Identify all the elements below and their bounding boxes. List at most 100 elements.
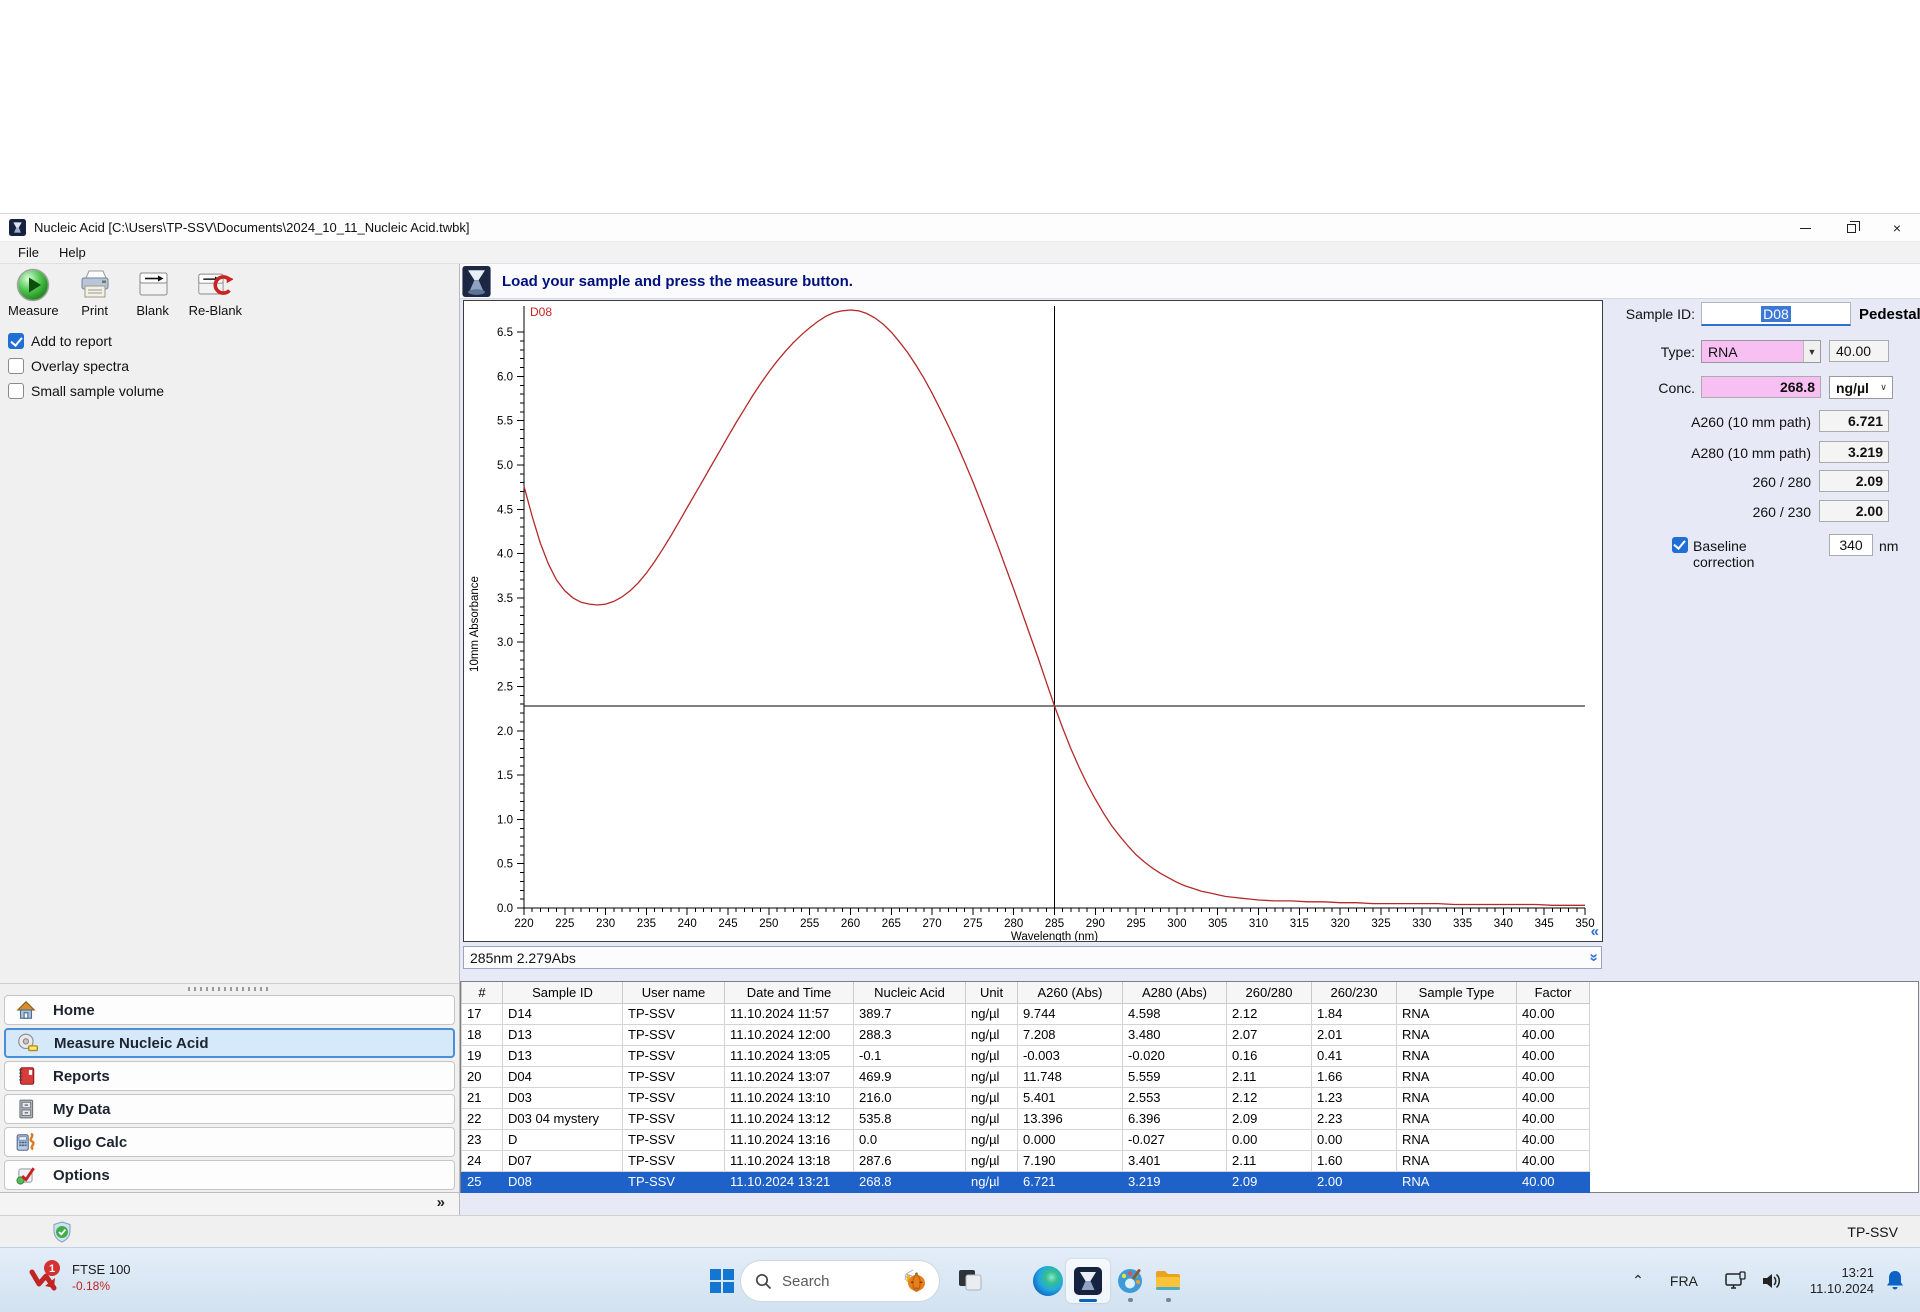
option-overlay-spectra[interactable]: Overlay spectra — [8, 353, 459, 378]
clock-date: 11.10.2024 — [1809, 1280, 1874, 1296]
table-row[interactable]: 25 D08 TP-SSV 11.10.2024 13:21 268.8 ng/µl 6.7… — [461, 1170, 1590, 1193]
table-cell: 21 — [461, 1086, 503, 1109]
column-header[interactable]: Unit — [965, 982, 1018, 1004]
column-header[interactable]: 260/230 — [1311, 982, 1397, 1004]
table-cell: 40.00 — [1516, 1128, 1590, 1151]
menu-item-file[interactable]: File — [8, 243, 49, 262]
sidebar-footer: » — [0, 1192, 459, 1216]
option-add-to-report[interactable]: Add to report — [8, 328, 459, 353]
minimize-button[interactable] — [1782, 214, 1828, 242]
table-row[interactable]: 21 D03 TP-SSV 11.10.2024 13:10 216.0 ng/µl 5.4… — [461, 1086, 1590, 1109]
panel-splitter[interactable] — [0, 983, 459, 993]
menu-item-help[interactable]: Help — [49, 243, 96, 262]
column-header[interactable]: 260/280 — [1226, 982, 1312, 1004]
table-cell: ng/µl — [965, 1044, 1018, 1067]
search-box[interactable]: Search — [740, 1260, 940, 1302]
start-button[interactable] — [700, 1259, 744, 1303]
status-message: Load your sample and press the measure b… — [502, 272, 853, 290]
column-header[interactable]: A280 (Abs) — [1122, 982, 1227, 1004]
chart-collapse-icon[interactable]: « — [1591, 923, 1599, 940]
column-header[interactable]: Factor — [1516, 982, 1590, 1004]
column-header[interactable]: Sample Type — [1396, 982, 1517, 1004]
table-cell: 2.07 — [1226, 1023, 1312, 1046]
svg-text:280: 280 — [1004, 918, 1023, 930]
weather-stocks-widget[interactable]: 1 FTSE 100 -0.18% — [26, 1258, 131, 1296]
svg-text:305: 305 — [1208, 918, 1227, 930]
sample-id-input[interactable]: D08 — [1701, 302, 1851, 326]
table-row[interactable]: 20 D04 TP-SSV 11.10.2024 13:07 469.9 ng/µl 11.… — [461, 1065, 1590, 1088]
table-cell: 2.01 — [1311, 1023, 1397, 1046]
print-button[interactable]: Print — [73, 268, 117, 318]
unit-dropdown[interactable]: ng/µl ∨ — [1829, 376, 1893, 399]
close-button[interactable]: × — [1874, 214, 1920, 242]
table-cell: TP-SSV — [622, 1170, 725, 1193]
checkbox-icon[interactable] — [8, 332, 24, 349]
baseline-wavelength-input[interactable]: 340 — [1829, 534, 1873, 556]
table-cell: TP-SSV — [622, 1086, 725, 1109]
spectrum-plot[interactable]: 0.0 0.5 1.0 1.5 2.0 2.5 3.0 3.5 4.0 4.5 5.0 5.5 6.0 6… — [464, 301, 1602, 943]
notification-bell-icon[interactable] — [1884, 1269, 1906, 1293]
svg-text:295: 295 — [1127, 918, 1146, 930]
table-cell: RNA — [1396, 1149, 1517, 1172]
nucleic-acid-app-button[interactable] — [1066, 1259, 1110, 1303]
language-indicator[interactable]: FRA — [1670, 1273, 1698, 1289]
sidebar-collapse-icon[interactable]: » — [437, 1194, 445, 1211]
unit-dropdown-arrow-icon[interactable]: ∨ — [1875, 377, 1892, 398]
readout-expand-icon[interactable]: « — [1584, 953, 1601, 961]
active-app-indicator — [1079, 1299, 1097, 1302]
sidebar-item-options[interactable]: Options — [4, 1160, 455, 1190]
table-cell: 11.10.2024 11:57 — [724, 1002, 854, 1025]
table-cell: 5.559 — [1122, 1065, 1227, 1088]
factor-field[interactable]: 40.00 — [1829, 340, 1889, 362]
column-header[interactable]: Sample ID — [502, 982, 623, 1004]
checkbox-icon[interactable] — [8, 382, 24, 399]
edge-browser-button[interactable] — [1026, 1259, 1070, 1303]
option-label: Add to report — [31, 332, 112, 349]
task-view-button[interactable] — [948, 1259, 992, 1303]
svg-text:270: 270 — [923, 918, 942, 930]
network-display-icon[interactable] — [1724, 1270, 1748, 1291]
sidebar-item-my-data[interactable]: My Data — [4, 1094, 455, 1124]
measure-button[interactable]: Measure — [8, 268, 59, 318]
table-cell: RNA — [1396, 1023, 1517, 1046]
baseline-correction-checkbox[interactable] — [1672, 537, 1688, 553]
type-dropdown-arrow-icon[interactable]: ▼ — [1803, 341, 1820, 362]
column-header[interactable]: Date and Time — [724, 982, 854, 1004]
type-dropdown[interactable]: RNA ▼ — [1701, 340, 1821, 363]
option-small-sample-volume[interactable]: Small sample volume — [8, 378, 459, 403]
restore-button[interactable] — [1828, 214, 1874, 242]
table-row[interactable]: 23 D TP-SSV 11.10.2024 13:16 0.0 ng/µl 0.000 -0… — [461, 1128, 1590, 1151]
checkbox-icon[interactable] — [8, 357, 24, 374]
table-cell: ng/µl — [965, 1170, 1018, 1193]
table-row[interactable]: 19 D13 TP-SSV 11.10.2024 13:05 -0.1 ng/µl -0.0… — [461, 1044, 1590, 1067]
table-row[interactable]: 18 D13 TP-SSV 11.10.2024 12:00 288.3 ng/µl 7.2… — [461, 1023, 1590, 1046]
minimize-icon — [1799, 227, 1811, 229]
table-cell: 11.10.2024 13:18 — [724, 1149, 854, 1172]
reblank-button[interactable]: Re-Blank — [189, 268, 242, 318]
sidebar-item-oligo-calc[interactable]: Oligo Calc — [4, 1127, 455, 1157]
ratio-260-230-value: 2.00 — [1819, 500, 1889, 522]
table-row[interactable]: 17 D14 TP-SSV 11.10.2024 11:57 389.7 ng/µl 9.7… — [461, 1002, 1590, 1025]
table-row[interactable]: 24 D07 TP-SSV 11.10.2024 13:18 287.6 ng/µl 7.1… — [461, 1149, 1590, 1172]
table-cell: TP-SSV — [622, 1128, 725, 1151]
ratio-260-280-label: 260 / 280 — [1752, 474, 1811, 490]
spectrum-chart[interactable]: 0.0 0.5 1.0 1.5 2.0 2.5 3.0 3.5 4.0 4.5 5.0 5.5 6.0 6… — [463, 300, 1603, 943]
file-explorer-button[interactable] — [1146, 1259, 1190, 1303]
column-header[interactable]: User name — [622, 982, 725, 1004]
blank-button[interactable]: Blank — [131, 268, 175, 318]
window-title: Nucleic Acid [C:\Users\TP-SSV\Documents\… — [34, 220, 470, 235]
table-cell: 1.60 — [1311, 1149, 1397, 1172]
column-header[interactable]: Nucleic Acid — [853, 982, 966, 1004]
sidebar-nav: Home Measure Nucleic Acid Reports My Dat… — [0, 993, 459, 1192]
volume-icon[interactable] — [1760, 1271, 1784, 1291]
table-cell: D04 — [502, 1065, 623, 1088]
column-header[interactable]: # — [461, 982, 503, 1004]
sidebar-item-reports[interactable]: Reports — [4, 1061, 455, 1091]
table-cell: 268.8 — [853, 1170, 966, 1193]
table-row[interactable]: 22 D03 04 mystery TP-SSV 11.10.2024 13:12 53… — [461, 1107, 1590, 1130]
clock[interactable]: 13:21 11.10.2024 — [1810, 1265, 1874, 1297]
tray-expand-icon[interactable]: ⌃ — [1632, 1272, 1644, 1289]
sidebar-item-home[interactable]: Home — [4, 995, 455, 1025]
column-header[interactable]: A260 (Abs) — [1017, 982, 1123, 1004]
sidebar-item-measure-nucleic-acid[interactable]: Measure Nucleic Acid — [4, 1028, 455, 1058]
